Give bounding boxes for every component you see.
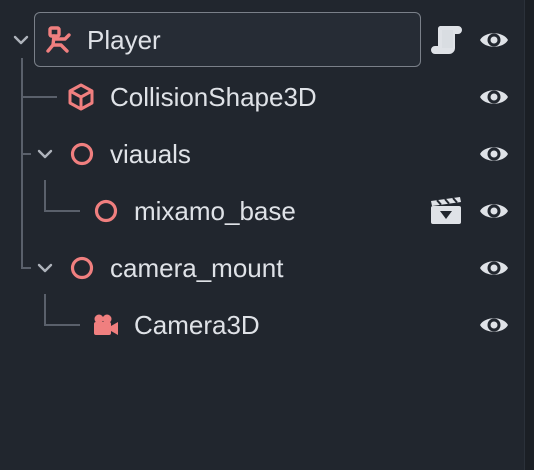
scene-tree-panel: Player CollisionShape3D viauals mixamo_b… <box>0 0 525 470</box>
tree-item-viauals[interactable]: viauals <box>0 126 525 182</box>
camera-icon <box>94 314 118 335</box>
tree-item-player[interactable]: Player <box>0 12 525 68</box>
tree-item-label: Player <box>87 25 161 55</box>
eye-visible-icon[interactable] <box>477 137 511 171</box>
tree-item-label: camera_mount <box>110 253 284 283</box>
tree-item-camera-mount[interactable]: camera_mount <box>0 240 525 296</box>
eye-visible-icon[interactable] <box>477 23 511 57</box>
tree-item-camera3d[interactable]: Camera3D <box>0 297 525 353</box>
tree-item-collisionshape3d[interactable]: CollisionShape3D <box>0 69 525 125</box>
node3d-icon <box>70 256 94 280</box>
scrollbar-gutter[interactable] <box>525 0 534 470</box>
tree-item-label: CollisionShape3D <box>110 82 317 112</box>
chevron-down-icon[interactable] <box>12 31 30 49</box>
tree-item-label: Camera3D <box>134 310 260 340</box>
tree-item-mixamo-base[interactable]: mixamo_base <box>0 183 525 239</box>
collision-shape-icon <box>68 83 94 111</box>
chevron-down-icon[interactable] <box>36 259 54 277</box>
eye-visible-icon[interactable] <box>477 80 511 114</box>
chevron-down-icon[interactable] <box>36 145 54 163</box>
node3d-icon <box>94 199 118 223</box>
eye-visible-icon[interactable] <box>477 194 511 228</box>
tree-item-label: mixamo_base <box>134 196 296 226</box>
animation-scene-icon[interactable] <box>428 193 464 229</box>
script-icon[interactable] <box>428 22 464 58</box>
eye-visible-icon[interactable] <box>477 308 511 342</box>
eye-visible-icon[interactable] <box>477 251 511 285</box>
tree-item-label: viauals <box>110 139 191 169</box>
node3d-icon <box>70 142 94 166</box>
character-body-icon <box>46 26 71 53</box>
